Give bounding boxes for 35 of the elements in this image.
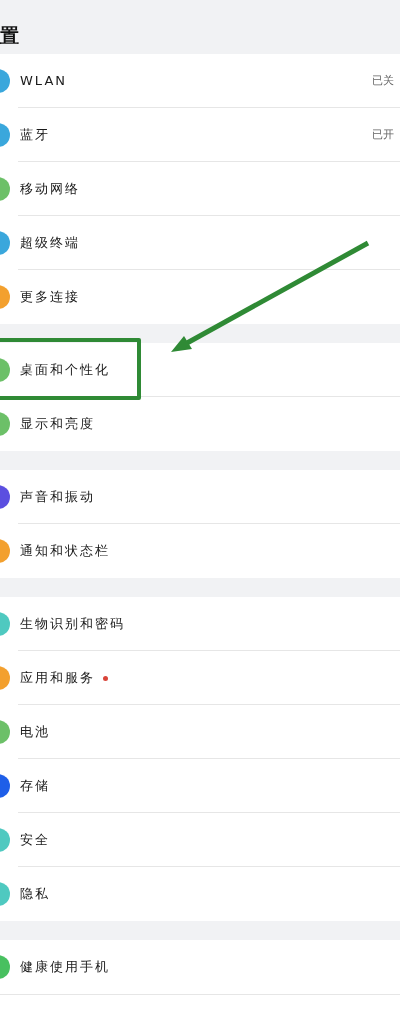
settings-item[interactable]: 显示和亮度	[0, 397, 400, 451]
settings-item[interactable]: 声音和振动	[0, 470, 400, 524]
settings-item[interactable]: 超级终端	[0, 216, 400, 270]
settings-item[interactable]: 电池	[0, 705, 400, 759]
settings-item[interactable]: 安全	[0, 813, 400, 867]
setting-label: 健康使用手机	[20, 958, 110, 977]
settings-item[interactable]: 蓝牙 已开	[0, 108, 400, 162]
setting-label: 通知和状态栏	[20, 542, 110, 561]
settings-item[interactable]: 更多连接	[0, 270, 400, 324]
setting-label: WLAN	[20, 72, 67, 91]
setting-label: 隐私	[20, 885, 50, 904]
setting-label: 应用和服务	[20, 669, 95, 688]
setting-value: 已开	[372, 126, 395, 143]
settings-item[interactable]: 移动网络	[0, 162, 400, 216]
settings-item[interactable]: 健康使用手机	[0, 940, 400, 994]
settings-item[interactable]: 应用和服务	[0, 651, 400, 705]
setting-label: 超级终端	[20, 234, 80, 253]
setting-label: 桌面和个性化	[20, 361, 110, 380]
setting-label: 声音和振动	[20, 488, 95, 507]
settings-item[interactable]: 存储	[0, 759, 400, 813]
setting-label: 显示和亮度	[20, 415, 95, 434]
setting-label: 蓝牙	[20, 126, 50, 145]
page-title: 置	[0, 22, 19, 48]
settings-item[interactable]: 通知和状态栏	[0, 524, 400, 578]
settings-item[interactable]: WLAN 已关	[0, 54, 400, 108]
setting-label: 更多连接	[20, 288, 80, 307]
setting-label: 生物识别和密码	[20, 615, 125, 634]
setting-label: 安全	[20, 831, 50, 850]
settings-item[interactable]: 隐私	[0, 867, 400, 921]
setting-label: 电池	[20, 723, 50, 742]
setting-label: 移动网络	[20, 180, 80, 199]
setting-label: 存储	[20, 777, 50, 796]
setting-value: 已关	[372, 72, 395, 89]
settings-item[interactable]: 桌面和个性化	[0, 343, 400, 397]
settings-item[interactable]: 生物识别和密码	[0, 597, 400, 651]
